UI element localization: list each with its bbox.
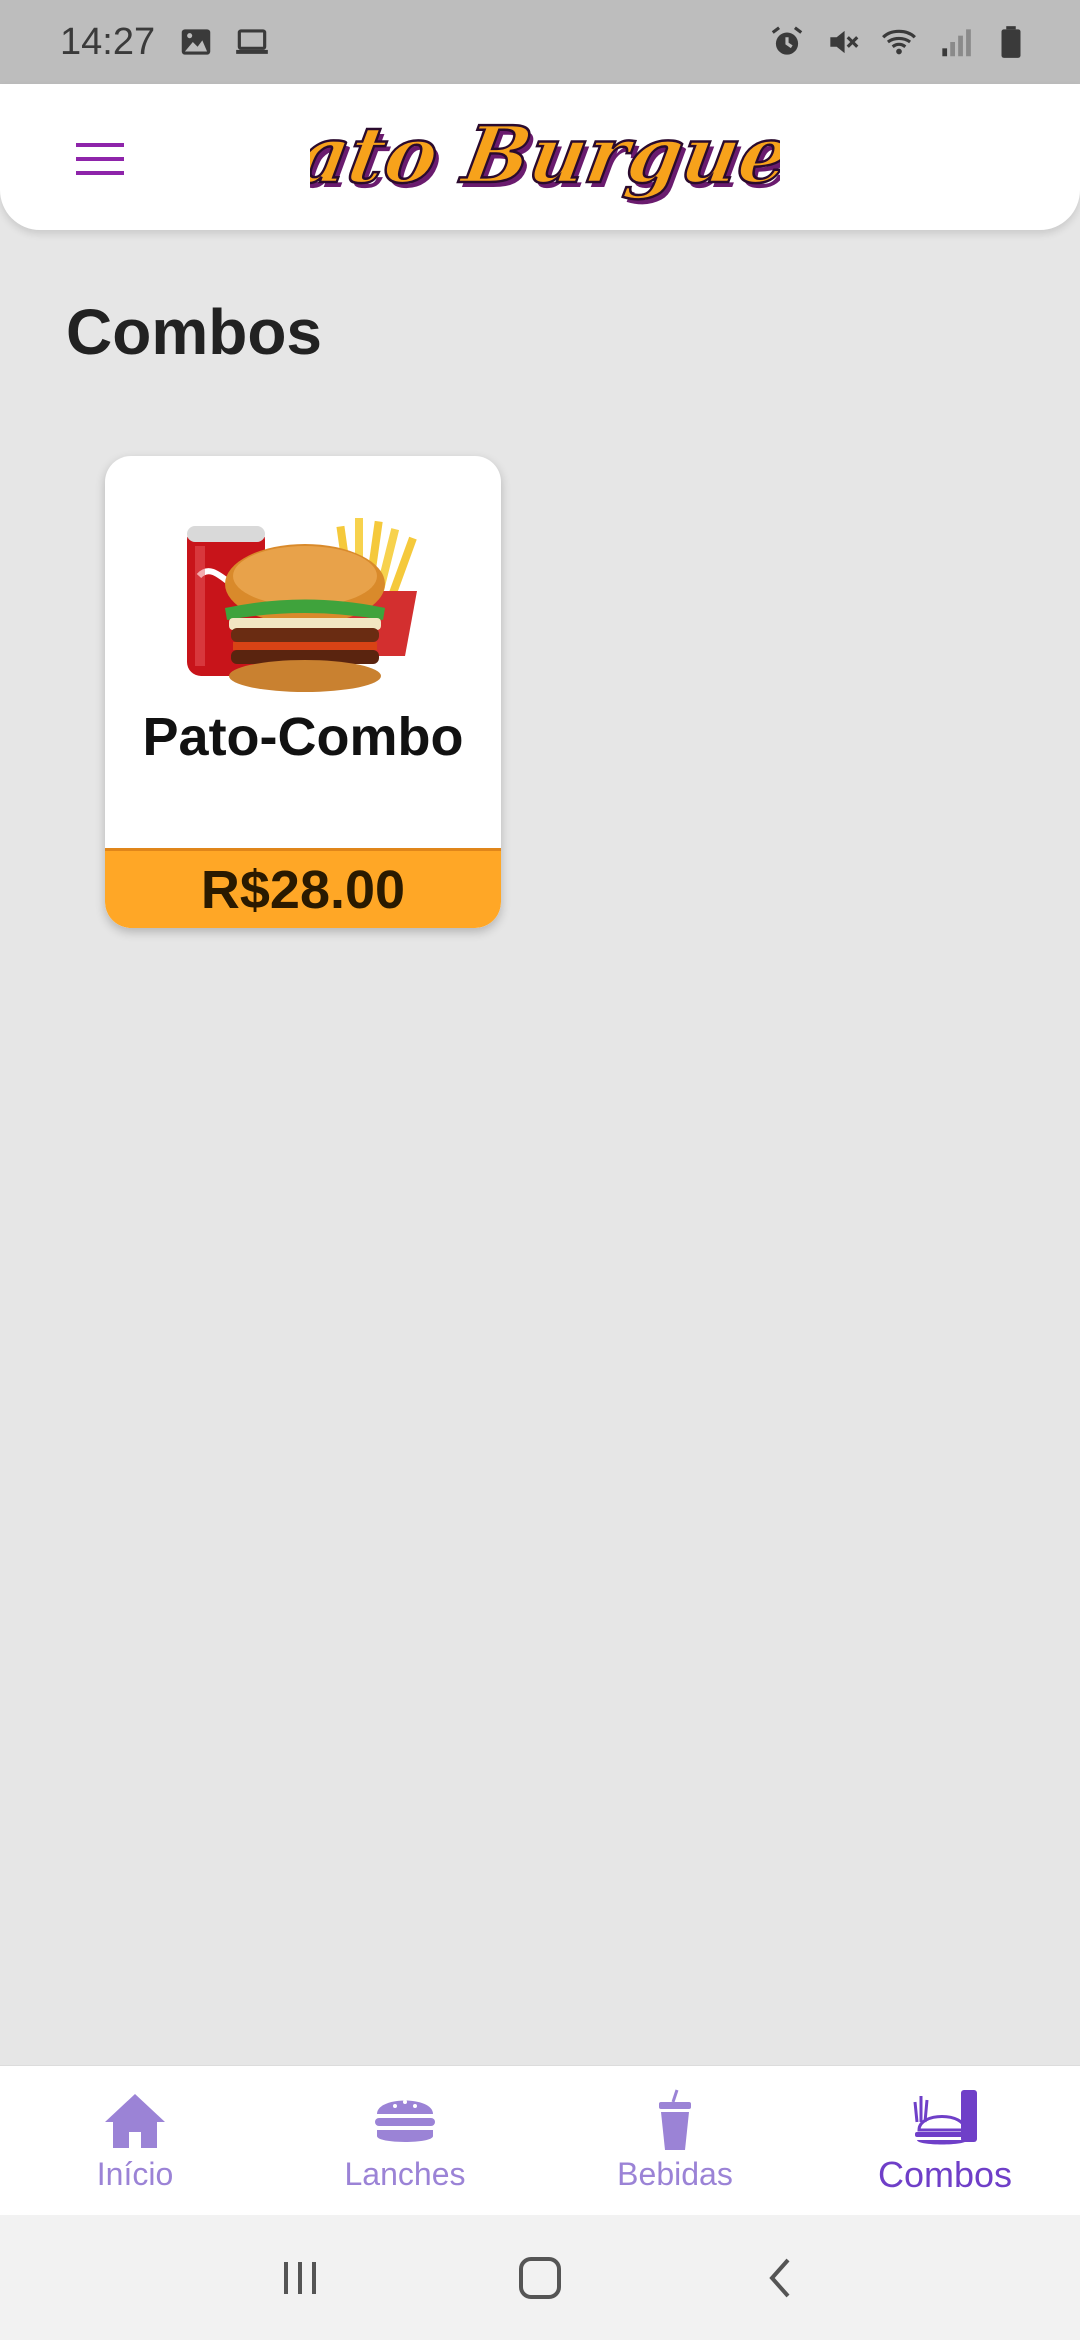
tab-bebidas[interactable]: Bebidas xyxy=(540,2066,810,2215)
back-button[interactable] xyxy=(750,2248,810,2308)
price-badge: R$28.00 xyxy=(105,848,501,928)
product-name: Pato-Combo xyxy=(142,707,464,767)
bottom-navigation: Início Lanches Bebidas Combos xyxy=(0,2065,1080,2215)
combo-meal-icon xyxy=(913,2089,977,2144)
system-navigation-bar xyxy=(0,2215,1080,2340)
burger-icon xyxy=(375,2100,435,2142)
main-content: Combos Pato-Combo R$28.00 xyxy=(0,230,1080,2065)
tab-label: Lanches xyxy=(344,2156,466,2192)
menu-button[interactable] xyxy=(60,124,140,194)
tab-lanches[interactable]: Lanches xyxy=(270,2066,540,2215)
page-title: Combos xyxy=(66,296,322,368)
battery-icon xyxy=(1001,26,1021,58)
signal-icon xyxy=(942,29,971,57)
drink-cup-icon xyxy=(659,2089,691,2150)
wifi-icon xyxy=(882,29,916,55)
recent-apps-icon xyxy=(284,2261,316,2294)
tab-label: Início xyxy=(96,2156,174,2192)
svg-text:Pato Burguer: Pato Burguer xyxy=(310,109,780,201)
recent-apps-button[interactable] xyxy=(270,2248,330,2308)
tab-combos[interactable]: Combos xyxy=(810,2066,1080,2215)
hamburger-menu-icon xyxy=(76,143,124,175)
home-icon xyxy=(105,2094,165,2148)
combo-image xyxy=(187,518,417,692)
back-chevron-icon xyxy=(769,2258,790,2297)
tab-label: Bebidas xyxy=(617,2156,733,2192)
home-button[interactable] xyxy=(510,2248,570,2308)
tab-inicio[interactable]: Início xyxy=(0,2066,270,2215)
status-time: 14:27 xyxy=(60,20,156,63)
image-icon xyxy=(181,29,211,55)
vibrate-mute-icon xyxy=(830,30,859,54)
product-card[interactable]: Pato-Combo R$28.00 xyxy=(105,456,501,928)
laptop-icon xyxy=(236,29,268,54)
alarm-icon xyxy=(771,26,803,55)
status-bar: 14:27 xyxy=(0,0,1080,84)
tab-label: Combos xyxy=(877,2153,1013,2195)
app-bar: Pato Burguer Pato Burguer xyxy=(0,84,1080,230)
app-logo: Pato Burguer Pato Burguer xyxy=(310,107,780,206)
home-square-icon xyxy=(519,2256,561,2299)
